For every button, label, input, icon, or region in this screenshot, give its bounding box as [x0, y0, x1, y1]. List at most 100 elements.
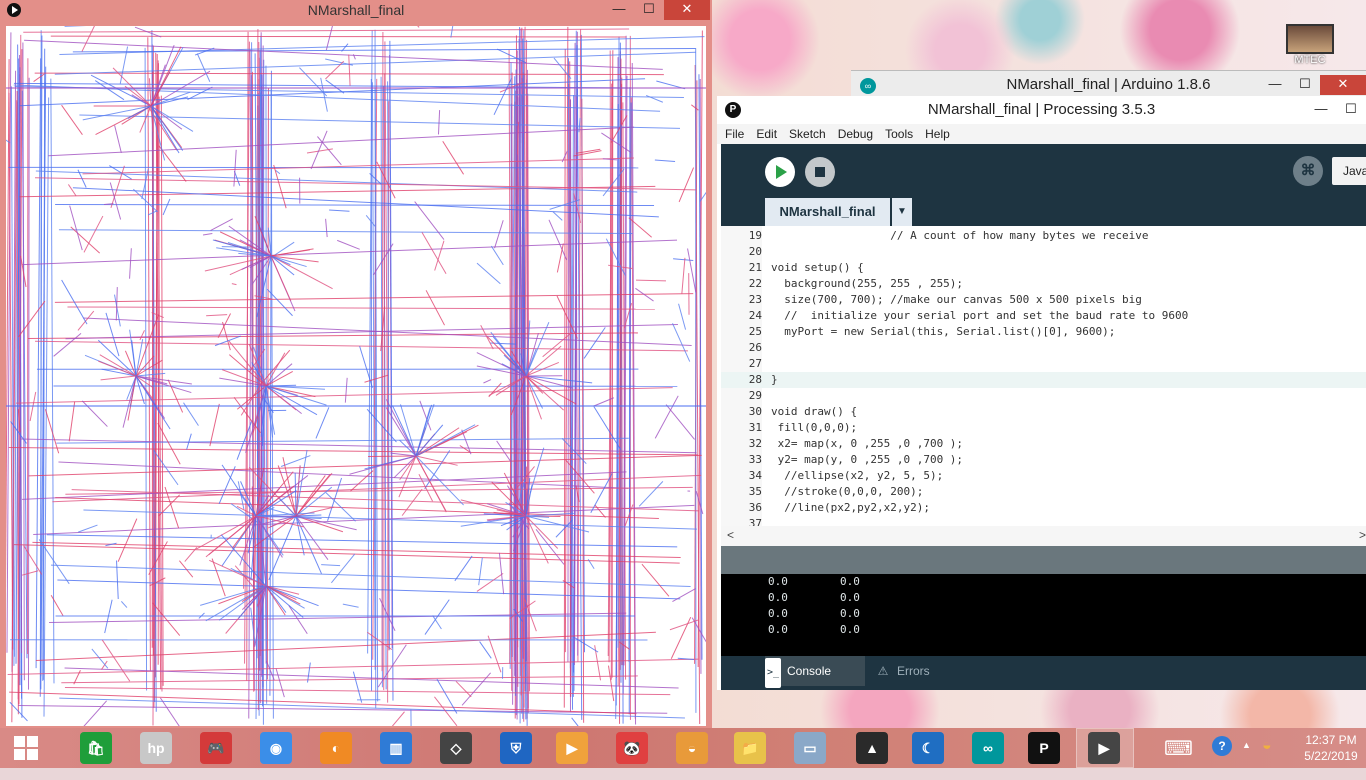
sketch-stroke: [28, 78, 29, 690]
media-taskbar-icon[interactable]: ▶: [556, 732, 588, 764]
menu-file[interactable]: File: [717, 124, 748, 144]
network-icon[interactable]: ◒: [1262, 737, 1272, 777]
code-line[interactable]: 33 y2= map(y, 0 ,255 ,0 ,700 );: [721, 452, 1366, 468]
tab-console[interactable]: >_Console: [765, 656, 865, 686]
code-line[interactable]: 22 background(255, 255 , 255);: [721, 276, 1366, 292]
menu-debug[interactable]: Debug: [830, 124, 877, 144]
chevron-up-icon[interactable]: ▲: [1242, 740, 1251, 780]
debugger-button[interactable]: ⌘: [1293, 156, 1323, 186]
minimize-button[interactable]: —: [604, 0, 634, 20]
sketch-stroke: [115, 125, 122, 152]
code-line[interactable]: 36 //line(px2,py2,x2,y2);: [721, 500, 1366, 516]
maximize-button[interactable]: ☐: [634, 0, 664, 20]
sketch-window[interactable]: NMarshall_final — ☐ ✕: [0, 0, 712, 732]
maximize-button[interactable]: ☐: [1290, 75, 1320, 95]
code-text[interactable]: }: [771, 372, 778, 388]
mode-selector[interactable]: Java: [1332, 157, 1366, 185]
arduino-window[interactable]: ∞ NMarshall_final | Arduino 1.8.6 — ☐ ✕: [851, 70, 1366, 99]
code-text[interactable]: y2= map(y, 0 ,255 ,0 ,700 );: [771, 452, 963, 468]
panda-taskbar-icon[interactable]: 🐼: [616, 732, 648, 764]
desktop-shortcut[interactable]: MTEC: [1286, 24, 1334, 70]
defender-taskbar-icon[interactable]: ⛨: [500, 732, 532, 764]
start-button[interactable]: [10, 732, 42, 764]
line-number: 34: [721, 468, 762, 484]
stats-taskbar-icon[interactable]: ▥: [380, 732, 412, 764]
sketch-stroke: [672, 323, 689, 361]
code-text[interactable]: void setup() {: [771, 260, 864, 276]
code-line[interactable]: 28}: [721, 372, 1366, 388]
code-line[interactable]: 23 size(700, 700); //make our canvas 500…: [721, 292, 1366, 308]
tab-nmarshall-final[interactable]: NMarshall_final: [765, 198, 890, 226]
code-text[interactable]: //stroke(0,0,0, 200);: [771, 484, 923, 500]
code-line[interactable]: 21void setup() {: [721, 260, 1366, 276]
minimize-button[interactable]: —: [1260, 75, 1290, 95]
sketch-stroke: [54, 333, 81, 356]
unity-taskbar-icon[interactable]: ◇: [440, 732, 472, 764]
menu-edit[interactable]: Edit: [748, 124, 781, 144]
sketch-stroke: [329, 210, 349, 211]
sketch-stroke: [413, 26, 419, 27]
tab-menu-button[interactable]: ▼: [892, 198, 912, 226]
line-number: 27: [721, 356, 762, 372]
code-line[interactable]: 32 x2= map(x, 0 ,255 ,0 ,700 );: [721, 436, 1366, 452]
explorer-taskbar-icon[interactable]: 📁: [734, 732, 766, 764]
keyboard-icon[interactable]: ⌨: [1164, 736, 1193, 776]
code-line[interactable]: 34 //ellipse(x2, y2, 5, 5);: [721, 468, 1366, 484]
editor-console-divider[interactable]: [721, 546, 1366, 574]
help-icon[interactable]: ?: [1212, 736, 1232, 756]
code-text[interactable]: size(700, 700); //make our canvas 500 x …: [771, 292, 1142, 308]
code-text[interactable]: background(255, 255 , 255);: [771, 276, 963, 292]
code-text[interactable]: myPort = new Serial(this, Serial.list()[…: [771, 324, 1115, 340]
system-clock[interactable]: 12:37 PM 5/22/2019: [1300, 732, 1362, 764]
code-line[interactable]: 37: [721, 516, 1366, 526]
sketch-stroke: [328, 478, 342, 521]
horizontal-scrollbar[interactable]: < >: [721, 526, 1366, 546]
sketch-stroke: [655, 160, 675, 161]
moon-taskbar-icon[interactable]: ☾: [912, 732, 944, 764]
code-line[interactable]: 25 myPort = new Serial(this, Serial.list…: [721, 324, 1366, 340]
code-text[interactable]: // A count of how many bytes we receive: [771, 228, 1149, 244]
code-text[interactable]: //ellipse(x2, y2, 5, 5);: [771, 468, 943, 484]
close-button[interactable]: ✕: [1320, 75, 1366, 95]
close-button[interactable]: ✕: [664, 0, 710, 20]
code-line[interactable]: 24 // initialize your serial port and se…: [721, 308, 1366, 324]
code-text[interactable]: //line(px2,py2,x2,y2);: [771, 500, 930, 516]
menu-tools[interactable]: Tools: [877, 124, 917, 144]
minimize-button[interactable]: —: [1306, 100, 1336, 120]
run-button[interactable]: [765, 157, 795, 187]
code-line[interactable]: 30void draw() {: [721, 404, 1366, 420]
arduino-taskbar-icon[interactable]: ∞: [972, 732, 1004, 764]
code-line[interactable]: 26: [721, 340, 1366, 356]
store-taskbar-icon[interactable]: 🛍: [80, 732, 112, 764]
games-taskbar-icon[interactable]: 🎮: [200, 732, 232, 764]
code-editor[interactable]: 19 // A count of how many bytes we recei…: [721, 226, 1366, 526]
code-text[interactable]: void draw() {: [771, 404, 857, 420]
code-line[interactable]: 27: [721, 356, 1366, 372]
code-text[interactable]: // initialize your serial port and set t…: [771, 308, 1188, 324]
tab-errors[interactable]: ⚠Errors: [875, 656, 955, 686]
processing-ide-window[interactable]: NMarshall_final | Processing 3.5.3 P — ☐…: [717, 96, 1366, 690]
sketch-stroke: [82, 401, 107, 427]
code-line[interactable]: 29: [721, 388, 1366, 404]
monitor-taskbar-icon[interactable]: ▭: [794, 732, 826, 764]
menu-sketch[interactable]: Sketch: [781, 124, 830, 144]
code-text[interactable]: x2= map(x, 0 ,255 ,0 ,700 );: [771, 436, 963, 452]
hp-taskbar-icon[interactable]: hp: [140, 732, 172, 764]
menu-help[interactable]: Help: [917, 124, 954, 144]
shark-taskbar-icon[interactable]: ▲: [856, 732, 888, 764]
landscape-taskbar-icon[interactable]: ◒: [676, 732, 708, 764]
scroll-left-arrow-icon[interactable]: <: [727, 528, 734, 542]
code-line[interactable]: 35 //stroke(0,0,0, 200);: [721, 484, 1366, 500]
stop-button[interactable]: [805, 157, 835, 187]
processing-taskbar-icon[interactable]: P: [1028, 732, 1060, 764]
sketch-canvas[interactable]: [6, 26, 706, 726]
code-line[interactable]: 19 // A count of how many bytes we recei…: [721, 228, 1366, 244]
scroll-right-arrow-icon[interactable]: >: [1359, 528, 1366, 542]
sketch-stroke: [691, 105, 698, 110]
blender-taskbar-icon[interactable]: ◐: [320, 732, 352, 764]
code-line[interactable]: 20: [721, 244, 1366, 260]
maximize-button[interactable]: ☐: [1336, 100, 1366, 120]
code-text[interactable]: fill(0,0,0);: [771, 420, 857, 436]
chrome-taskbar-icon[interactable]: ◉: [260, 732, 292, 764]
code-line[interactable]: 31 fill(0,0,0);: [721, 420, 1366, 436]
